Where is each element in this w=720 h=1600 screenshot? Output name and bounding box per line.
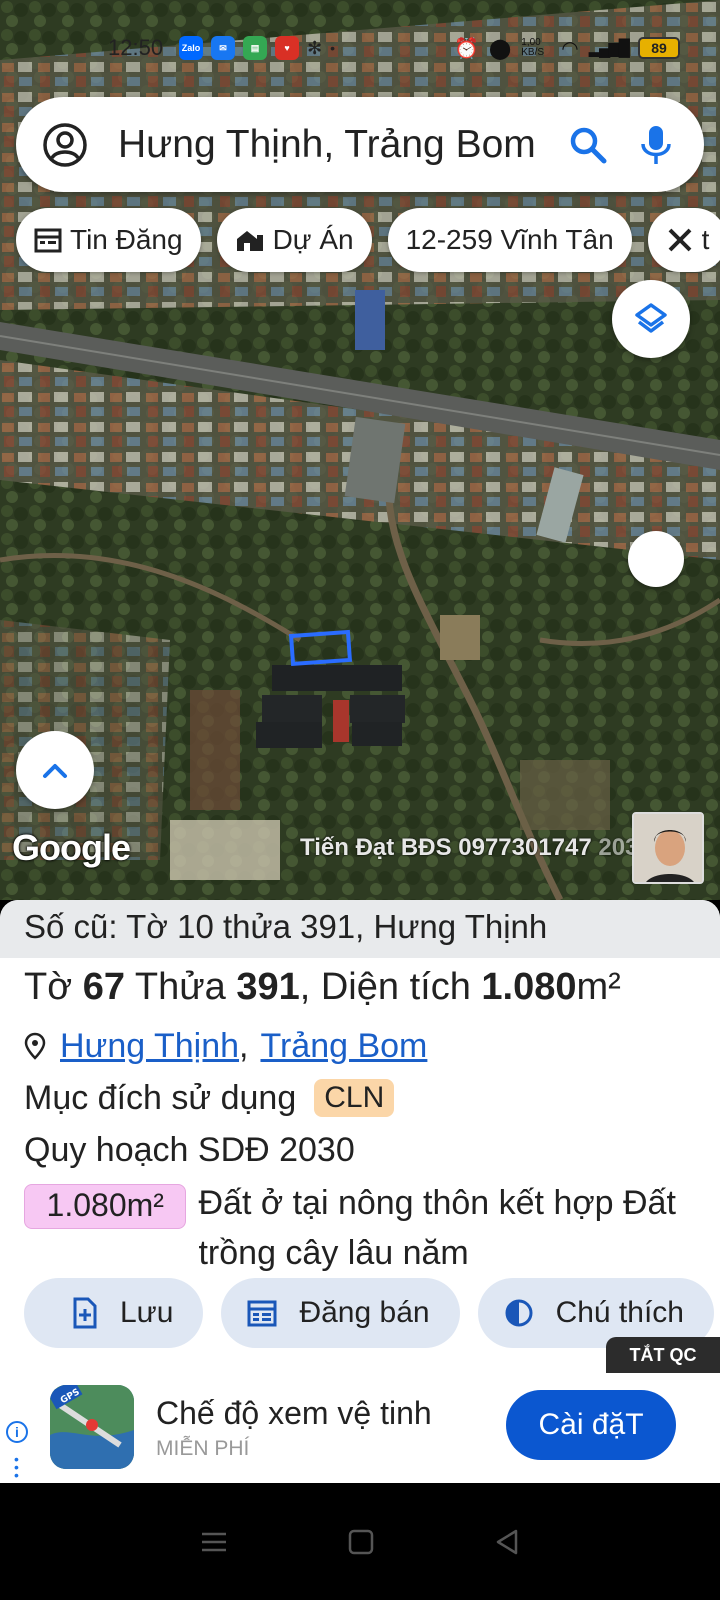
location-separator: , [239,1026,249,1065]
layers-button[interactable] [612,280,690,358]
home-icon[interactable] [347,1528,375,1556]
map-watermark: Tiến Đạt BĐS 0977301747 2030 [300,834,652,862]
ad-title: Chế độ xem vệ tinh [156,1395,432,1431]
ad-banner[interactable]: i • • • GPS Chế độ xem vệ tinh MIỄN PHÍ Cà… [0,1373,720,1483]
wifi-icon: ◠ [561,37,579,60]
messages-icon: ▤ [243,36,268,60]
net-speed: 1,00 KB/S [521,37,545,58]
search-query[interactable]: Hưng Thịnh, Trảng Bom [118,123,568,167]
avatar[interactable] [632,812,704,884]
plan-title: Quy hoạch SDĐ 2030 [24,1130,355,1169]
legend-label: Chú thích [555,1296,684,1329]
area-prefix: , Diện tích [299,966,471,1008]
chip-du-an[interactable]: Dự Án [216,208,372,272]
back-icon[interactable] [494,1528,520,1556]
save-label: Lưu [120,1296,174,1329]
app-icon: GPS [50,1385,134,1469]
account-icon[interactable] [42,122,88,168]
person-photo-icon [634,814,702,882]
save-file-icon [73,1297,97,1329]
hide-ads-button[interactable]: TẮT QC [606,1337,720,1373]
ward-link[interactable]: Hưng Thịnh [60,1027,239,1066]
status-time: 12:50 [108,35,164,60]
chevron-up-icon [43,764,67,778]
layers-icon [635,303,667,333]
microphone-icon[interactable] [638,124,674,166]
plan-row: 1.080m² Đất ở tại nông thôn kết hợp Đất … [0,1176,720,1278]
parcel-info-panel: Số cũ: Tờ 10 thửa 391, Hưng Thịnh Tờ 67 … [0,900,720,1400]
area-unit: m² [576,966,621,1008]
satellite-map[interactable]: 12:50 Zalo ✉ ▤ ♥ ✻ • ⏰ ⬤ 1,00 KB/S ◠ ▂▄▆… [0,0,720,900]
chip-tin-dang[interactable]: Tin Đăng [16,208,201,272]
sheet-prefix: Tờ [24,966,73,1008]
purpose-code-badge: CLN [314,1079,395,1117]
location-line: Hưng Thịnh, Trảng Bom [0,1020,720,1072]
watermark-text: Tiến Đạt BĐS 0977301747 [300,834,592,861]
messenger-icon: ✉ [211,36,236,60]
ad-menu-icon[interactable]: • • • [14,1452,19,1482]
chip-label: t [701,224,710,255]
parcel-number: 391 [236,966,300,1008]
chip-vinh-tan[interactable]: 12-259 Vĩnh Tân [387,208,632,272]
ad-info-icon[interactable]: i [6,1421,28,1443]
dot-icon: • [330,40,336,56]
parcel-title: Tờ 67 Thửa 391, Diện tích 1.080m² [0,958,720,1020]
accessibility-icon: ✻ [307,37,323,58]
listing-icon [247,1300,277,1327]
zalo-icon: Zalo [179,36,204,60]
search-bar[interactable]: Hưng Thịnh, Trảng Bom [16,97,704,192]
system-nav-bar [0,1483,720,1600]
install-button[interactable]: Cài đặT [506,1390,676,1460]
alarm-icon: ⏰ [453,37,479,60]
land-use-purpose: Mục đích sử dụng CLN [0,1072,720,1124]
sheet-number: 67 [82,966,125,1008]
chip-label: Tin Đăng [70,224,183,255]
status-bar: 12:50 Zalo ✉ ▤ ♥ ✻ • ⏰ ⬤ 1,00 KB/S ◠ ▂▄▆… [0,30,720,66]
signal-icon: ▂▄▆█ [588,40,630,57]
filter-chips: Tin Đăng Dự Án 12-259 Vĩnh Tân t [16,208,720,272]
area-value: 1.080 [481,966,577,1008]
purpose-label: Mục đích sử dụng [24,1078,297,1117]
search-icon[interactable] [568,125,608,165]
district-link[interactable]: Trảng Bom [260,1027,427,1066]
expand-panel-button[interactable] [16,731,94,809]
chip-label: Dự Án [272,224,354,255]
satellite-app-icon: GPS [50,1385,134,1469]
pin-icon [24,1032,46,1060]
location-icon: ⬤ [488,37,512,60]
save-button[interactable]: Lưu [24,1278,204,1348]
calendar-icon [34,228,62,253]
building-icon [236,231,263,251]
parcel-prefix: Thửa [134,966,226,1008]
recent-apps-icon[interactable] [200,1530,228,1554]
chip-tools[interactable]: t [647,208,720,272]
old-parcel-number: Số cũ: Tờ 10 thửa 391, Hưng Thịnh [0,900,720,958]
tools-icon [668,228,692,252]
ad-subtitle: MIỄN PHÍ [156,1437,250,1460]
chip-label: 12-259 Vĩnh Tân [405,224,614,255]
post-for-sale-button[interactable]: Đăng bán [221,1278,460,1348]
contrast-icon [505,1299,533,1327]
google-logo: Google [12,827,131,868]
compass-button[interactable] [628,531,684,587]
gift-app-icon: ♥ [275,36,300,60]
post-for-sale-label: Đăng bán [299,1296,430,1329]
plan-description: Đất ở tại nông thôn kết hợp Đất trồng câ… [198,1184,676,1272]
plan-area-badge: 1.080m² [24,1184,187,1229]
battery-indicator: 89 [638,37,680,59]
